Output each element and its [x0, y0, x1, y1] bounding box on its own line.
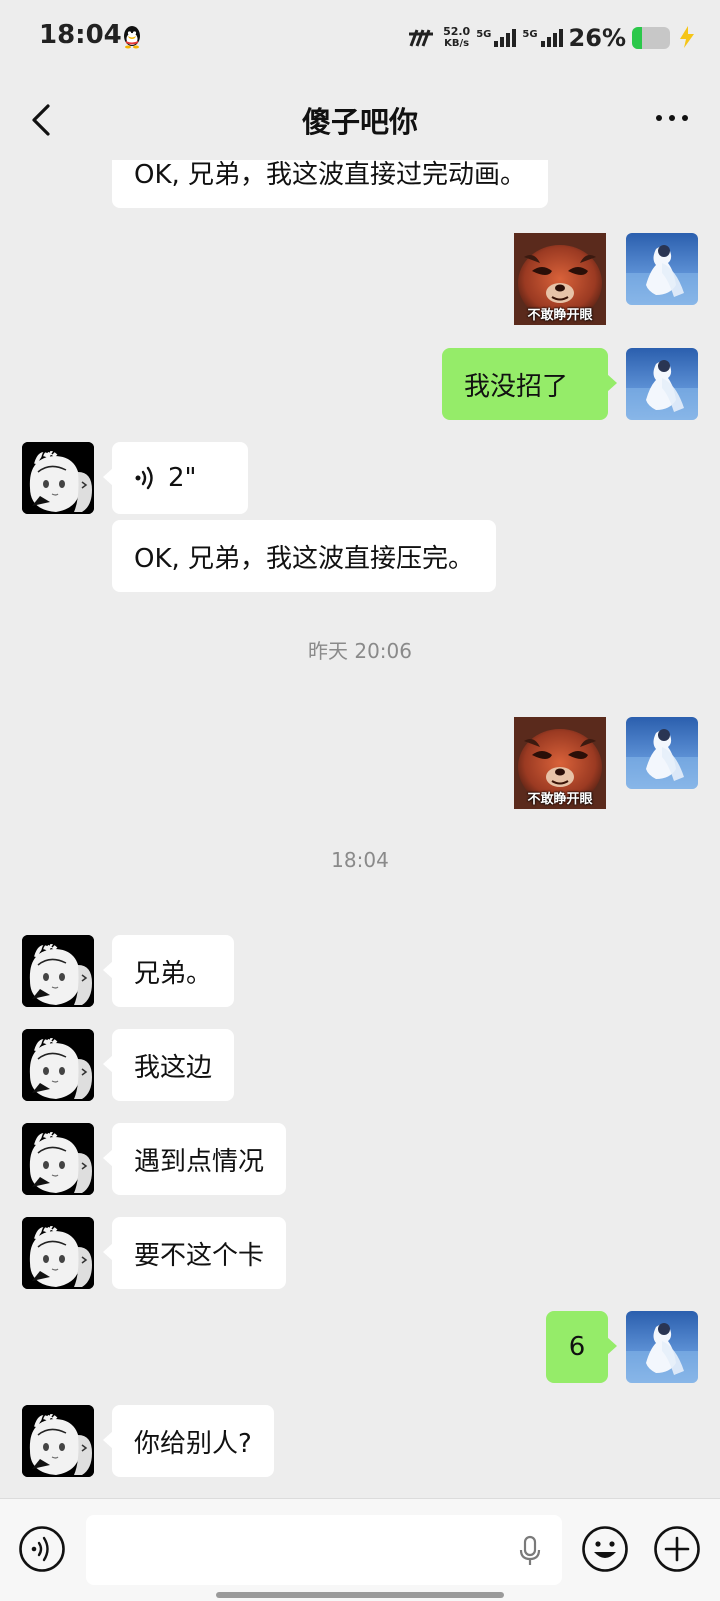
contact-avatar[interactable]: [22, 1123, 94, 1195]
mic-icon[interactable]: [518, 1535, 542, 1567]
sticker-message[interactable]: 不敢睁开眼: [514, 717, 606, 809]
message-text: 要不这个卡: [134, 1240, 265, 1271]
home-indicator[interactable]: [216, 1592, 504, 1598]
sticker-caption: 不敢睁开眼: [527, 792, 593, 807]
signal-1: 5G: [476, 29, 517, 47]
my-avatar[interactable]: [626, 717, 698, 789]
sticker-caption: 不敢睁开眼: [527, 308, 593, 323]
message-text: 我没招了: [464, 371, 569, 402]
message-text: OK, 兄弟，我这波直接过完动画。: [134, 160, 527, 190]
qq-penguin-icon: [124, 26, 140, 49]
message-text: 兄弟。: [134, 958, 213, 989]
chat-header: 傻子吧你: [0, 78, 720, 160]
contact-avatar[interactable]: [22, 1217, 94, 1289]
message-text: 6: [568, 1332, 586, 1362]
contact-avatar[interactable]: [22, 935, 94, 1007]
my-avatar[interactable]: [626, 1311, 698, 1383]
contact-avatar[interactable]: [22, 1405, 94, 1477]
status-time: 18:04: [39, 20, 122, 50]
contact-avatar[interactable]: [22, 442, 94, 514]
voice-message[interactable]: 2": [103, 442, 248, 514]
battery-icon: [632, 27, 670, 49]
plus-icon[interactable]: [653, 1525, 701, 1573]
timestamp: 昨天 20:06: [308, 639, 412, 663]
sticker-message[interactable]: 不敢睁开眼: [514, 233, 606, 325]
signal-1-label: 5G: [476, 29, 492, 40]
message-bubble[interactable]: OK, 兄弟，我这波直接压完。: [112, 520, 497, 592]
message-list[interactable]: OK, 兄弟，我这波直接过完动画。 不敢睁开眼 我没招了 2" OK, 兄弟，我…: [0, 160, 720, 1498]
voice-duration: 2": [168, 463, 197, 493]
message-bubble[interactable]: 你给别人?: [103, 1405, 274, 1477]
battery-percent: 26%: [568, 24, 626, 52]
my-avatar[interactable]: [626, 348, 698, 420]
status-bar: 18:04 52.0 KB/s 5G 5G 26%: [0, 0, 720, 78]
message-text: 遇到点情况: [134, 1146, 265, 1177]
message-input[interactable]: [86, 1515, 562, 1585]
message-text: OK, 兄弟，我这波直接压完。: [134, 543, 475, 574]
hd-network-icon: [409, 29, 434, 47]
net-speed: 52.0 KB/s: [443, 26, 470, 50]
voice-mode-icon[interactable]: [18, 1525, 66, 1573]
message-bubble[interactable]: 要不这个卡: [102, 1217, 287, 1289]
message-bubble-sent[interactable]: 6: [546, 1311, 617, 1383]
contact-avatar[interactable]: [22, 1029, 94, 1101]
message-bubble[interactable]: 兄弟。: [102, 935, 235, 1007]
input-bar: [0, 1498, 720, 1601]
emoji-icon[interactable]: [581, 1525, 629, 1573]
timestamp: 18:04: [331, 848, 389, 872]
message-bubble[interactable]: 遇到点情况: [102, 1123, 287, 1195]
message-bubble[interactable]: 我这边: [102, 1029, 235, 1101]
net-speed-value: 52.0: [443, 25, 471, 38]
my-avatar[interactable]: [626, 233, 698, 305]
voice-wave-icon: [135, 466, 153, 490]
more-options-icon[interactable]: [654, 108, 690, 128]
charging-bolt-icon: [680, 26, 694, 48]
status-right: 52.0 KB/s 5G 5G 26%: [407, 22, 670, 54]
message-text: 我这边: [134, 1052, 213, 1083]
message-bubble[interactable]: OK, 兄弟，我这波直接过完动画。: [112, 160, 549, 208]
chat-title: 傻子吧你: [301, 105, 418, 139]
message-text: 你给别人?: [134, 1428, 252, 1459]
message-bubble-sent[interactable]: 我没招了: [442, 348, 617, 420]
signal-2: 5G: [522, 29, 563, 47]
signal-2-label: 5G: [522, 29, 538, 40]
net-speed-unit: KB/s: [444, 38, 470, 49]
